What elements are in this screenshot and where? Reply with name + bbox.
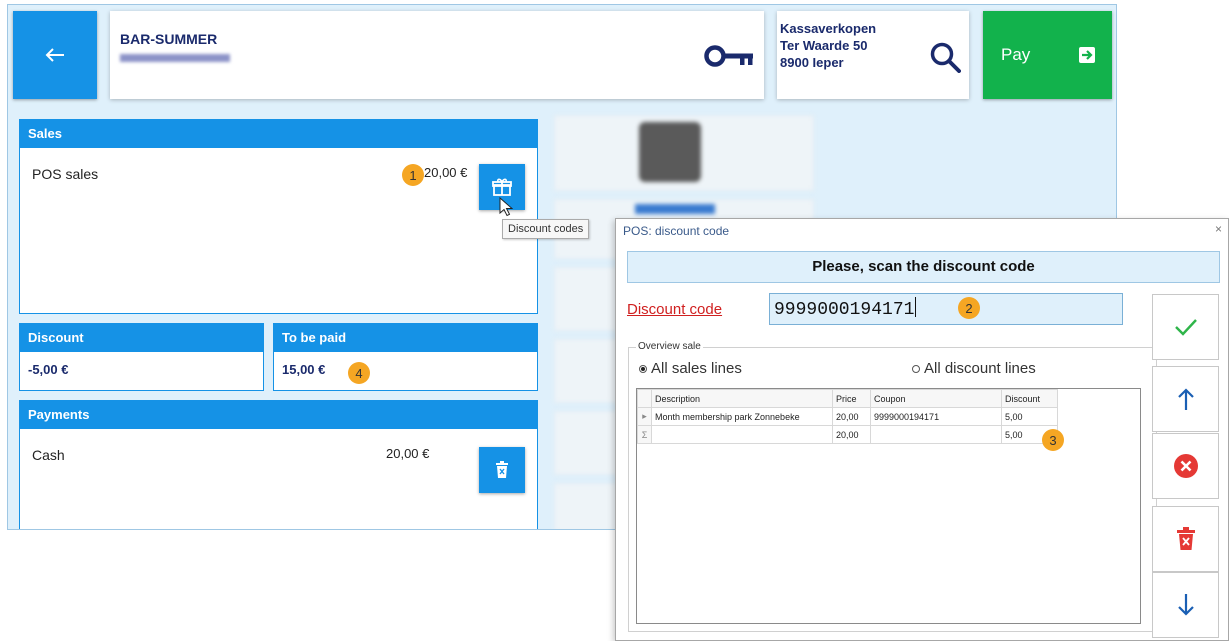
table-header-row: Description Price Coupon Discount — [637, 389, 1058, 408]
product-tile-blurred — [554, 339, 620, 403]
discount-codes-tooltip: Discount codes — [502, 219, 590, 239]
overview-sale-group: Overview sale All sales lines All discou… — [628, 341, 1157, 632]
discount-panel: Discount -5,00 € — [19, 323, 264, 391]
column-header[interactable]: Description — [651, 389, 833, 408]
table-totals-row: Σ 20,00 5,00 — [637, 425, 1058, 444]
scan-instruction: Please, scan the discount code — [627, 251, 1220, 283]
payment-line-label: Cash — [32, 447, 65, 463]
cell-discount: 5,00 — [1001, 407, 1058, 426]
sales-lines-grid[interactable]: Description Price Coupon Discount ▸ Mont… — [636, 388, 1141, 624]
screenshot-stage: BAR-SUMMER Kassaverkopen Ter Waarde 50 8… — [0, 0, 1229, 641]
dialog-close-button[interactable]: × — [1215, 222, 1222, 236]
delete-payment-button[interactable] — [479, 447, 525, 493]
discount-code-input[interactable]: 9999000194171 — [769, 293, 1123, 325]
back-button[interactable] — [13, 11, 97, 99]
overview-sale-legend: Overview sale — [636, 341, 703, 352]
payments-panel-title: Payments — [20, 401, 537, 429]
radio-label: All discount lines — [924, 360, 1036, 377]
product-tile-blurred — [554, 267, 620, 331]
arrow-left-icon — [45, 48, 64, 62]
search-icon[interactable] — [929, 41, 961, 73]
discount-panel-title: Discount — [20, 324, 263, 352]
location-line: Ter Waarde 50 — [780, 38, 868, 53]
discount-code-dialog: POS: discount code × Please, scan the di… — [615, 218, 1229, 641]
discount-code-value: 9999000194171 — [774, 300, 915, 320]
discount-code-link[interactable]: Discount code — [627, 301, 722, 318]
product-tile-blurred — [554, 483, 620, 529]
location-line: Kassaverkopen — [780, 21, 877, 36]
cell-coupon: 9999000194171 — [870, 407, 1002, 426]
trash-icon — [1176, 527, 1195, 550]
table-row[interactable]: ▸ Month membership park Zonnebeke 20,00 … — [637, 407, 1058, 426]
arrow-up-icon — [1177, 388, 1194, 410]
cancel-button[interactable] — [1152, 433, 1219, 499]
cell-total-price: 20,00 — [832, 425, 871, 444]
customer-name: BAR-SUMMER — [120, 31, 218, 47]
product-tile-blurred — [554, 115, 814, 191]
sales-line-amount: 20,00 € — [424, 165, 468, 180]
sales-line-label: POS sales — [32, 166, 99, 182]
customer-card[interactable]: BAR-SUMMER — [110, 11, 764, 99]
cell-empty — [651, 425, 833, 444]
check-icon — [1174, 319, 1197, 336]
radio-all-discount-lines[interactable]: All discount lines — [912, 360, 1036, 377]
move-down-button[interactable] — [1152, 572, 1219, 638]
location-line: 8900 Ieper — [780, 55, 844, 70]
to-be-paid-panel: To be paid 15,00 € 4 — [273, 323, 538, 391]
location-address: Kassaverkopen Ter Waarde 50 8900 Ieper — [780, 20, 876, 71]
trash-icon — [496, 461, 508, 478]
sales-panel-title: Sales — [20, 120, 537, 148]
column-header[interactable]: Price — [832, 389, 871, 408]
radio-all-sales-lines[interactable]: All sales lines — [639, 360, 742, 377]
pay-button[interactable]: Pay — [983, 11, 1112, 99]
arrow-down-icon — [1177, 594, 1194, 616]
dialog-title: POS: discount code — [623, 224, 730, 238]
text-caret — [915, 297, 917, 317]
radio-selected-icon — [639, 364, 647, 373]
radio-label: All sales lines — [651, 360, 742, 377]
mouse-pointer-icon — [499, 197, 513, 217]
move-up-button[interactable] — [1152, 366, 1219, 432]
sum-icon: Σ — [637, 425, 652, 444]
cell-description: Month membership park Zonnebeke — [651, 407, 833, 426]
cancel-circle-icon — [1173, 454, 1198, 478]
column-header[interactable]: Discount — [1001, 389, 1058, 408]
exit-arrow-icon — [1079, 47, 1095, 63]
sales-lines-table: Description Price Coupon Discount ▸ Mont… — [637, 389, 1058, 444]
gift-icon — [492, 178, 512, 196]
pay-label: Pay — [1001, 45, 1031, 64]
key-icon[interactable] — [704, 41, 754, 71]
to-be-paid-amount: 15,00 € — [282, 362, 326, 377]
product-tile-blurred — [554, 411, 620, 475]
location-card[interactable]: Kassaverkopen Ter Waarde 50 8900 Ieper — [777, 11, 969, 99]
cell-price: 20,00 — [832, 407, 871, 426]
confirm-button[interactable] — [1152, 294, 1219, 360]
callout-badge: 2 — [958, 297, 980, 319]
callout-badge: 4 — [348, 362, 370, 384]
row-gutter-header — [637, 389, 652, 408]
payments-panel: Payments Cash 20,00 € — [19, 400, 538, 529]
payment-line-amount: 20,00 € — [386, 446, 430, 461]
customer-detail-redacted — [120, 54, 230, 62]
column-header[interactable]: Coupon — [870, 389, 1002, 408]
radio-unselected-icon — [912, 364, 920, 373]
sales-panel: Sales POS sales 1 20,00 € — [19, 119, 538, 314]
to-be-paid-title: To be paid — [274, 324, 537, 352]
callout-badge: 1 — [402, 164, 424, 186]
callout-badge: 3 — [1042, 429, 1064, 451]
discount-amount: -5,00 € — [28, 362, 69, 377]
delete-line-button[interactable] — [1152, 506, 1219, 572]
cell-empty — [870, 425, 1002, 444]
row-marker-icon: ▸ — [637, 407, 652, 426]
